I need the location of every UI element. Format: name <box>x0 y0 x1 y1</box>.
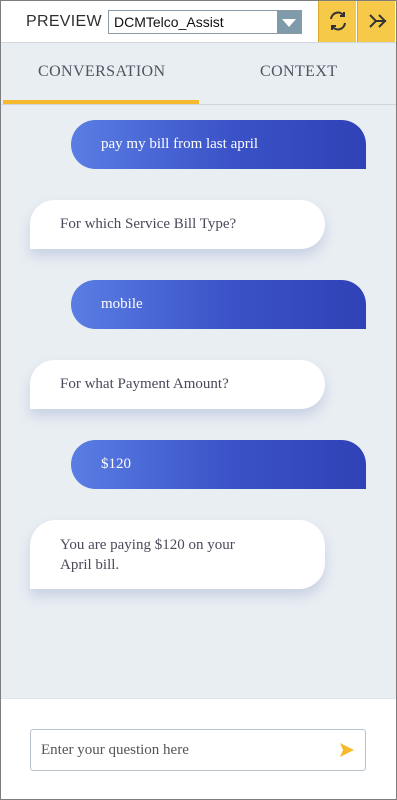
send-icon[interactable] <box>339 742 355 758</box>
user-message: $120 <box>71 440 366 489</box>
bot-message: For what Payment Amount? <box>30 360 325 409</box>
question-input[interactable] <box>31 730 321 770</box>
forward-button[interactable] <box>357 1 395 42</box>
double-arrow-right-icon <box>369 14 387 28</box>
bot-message: For which Service Bill Type? <box>30 200 325 249</box>
tab-conversation[interactable]: CONVERSATION <box>38 63 165 81</box>
bot-select-dropdown[interactable]: DCMTelco_Assist <box>108 10 302 34</box>
bot-select-value: DCMTelco_Assist <box>114 14 224 30</box>
user-message: mobile <box>71 280 366 329</box>
preview-header: PREVIEW DCMTelco_Assist <box>1 1 396 43</box>
user-message: pay my bill from last april <box>71 120 366 169</box>
preview-label: PREVIEW <box>26 13 102 30</box>
active-tab-indicator <box>3 100 199 104</box>
chat-preview-panel: PREVIEW DCMTelco_Assist CONVERSATION CON… <box>0 0 397 800</box>
chat-input-area <box>1 698 396 799</box>
chevron-down-icon[interactable] <box>277 11 301 33</box>
refresh-button[interactable] <box>318 1 356 42</box>
tab-bar: CONVERSATION CONTEXT <box>1 43 396 105</box>
question-input-box <box>30 729 366 771</box>
bot-message: You are paying $120 on your April bill. <box>30 520 325 589</box>
refresh-icon <box>330 11 346 31</box>
tab-context[interactable]: CONTEXT <box>260 63 337 81</box>
bot-message-text: You are paying $120 on your April bill. <box>60 537 235 573</box>
